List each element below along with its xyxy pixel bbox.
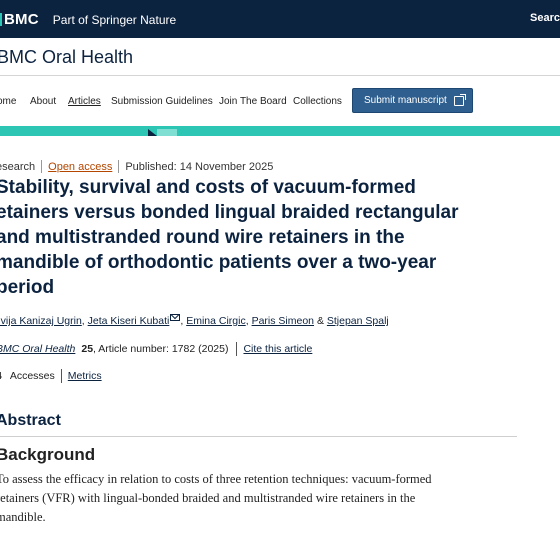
citation-separator	[236, 342, 238, 356]
divider-notch-dark	[148, 129, 157, 136]
article-meta: esearch Open access Published: 14 Novemb…	[0, 160, 273, 173]
author-list: ilvija Kanizaj Ugrin, Jeta Kiseri Kubati…	[0, 314, 389, 327]
citation-row: BMC Oral Health 25 , Article number: 178…	[0, 342, 312, 356]
background-heading: Background	[0, 445, 96, 464]
title-line: etainers versus bonded lingual braided r…	[0, 202, 459, 223]
metrics-link[interactable]: Metrics	[68, 370, 102, 382]
author-link[interactable]: Jeta Kiseri Kubati	[88, 315, 170, 327]
metrics-separator	[60, 369, 62, 383]
title-line: and multistranded round wire retainers i…	[0, 227, 405, 248]
accesses-count: 4	[0, 370, 2, 382]
accesses-label: Accesses	[9, 370, 55, 382]
teal-divider	[0, 126, 560, 136]
journal-nav: ome About Articles Submission Guidelines…	[0, 77, 560, 126]
nav-collections[interactable]: Collections	[293, 96, 342, 107]
nav-about[interactable]: About	[30, 96, 56, 107]
open-access-link[interactable]: Open access	[48, 161, 112, 173]
background-line: mandible.	[0, 510, 46, 524]
title-line: mandible of orthodontic patients over a …	[0, 252, 437, 273]
springer-nature-link[interactable]: Part of Springer Nature	[53, 13, 176, 27]
volume-number: 25	[81, 343, 94, 355]
mail-icon[interactable]	[170, 314, 181, 321]
background-line: To assess the efficacy in relation to co…	[0, 472, 432, 486]
abstract-divider	[0, 436, 517, 437]
brand[interactable]: BMC Part of Springer Nature	[0, 11, 176, 28]
brand-logo-text: BMC	[4, 11, 39, 28]
author-separator: ,	[245, 315, 249, 327]
meta-separator	[41, 160, 43, 173]
article-title: Stability, survival and costs of vacuum-…	[0, 175, 516, 300]
meta-separator	[118, 160, 120, 173]
author-separator: ,	[81, 315, 85, 327]
abstract-heading: Abstract	[0, 412, 61, 429]
submit-manuscript-button[interactable]: Submit manuscript	[352, 88, 473, 113]
journal-link[interactable]: BMC Oral Health	[0, 343, 75, 355]
nav-join-the-board[interactable]: Join The Board	[219, 96, 287, 107]
title-line: Stability, survival and costs of vacuum-…	[0, 177, 416, 198]
journal-title[interactable]: BMC Oral Health	[0, 47, 133, 68]
author-separator: ,	[180, 315, 184, 327]
background-line: retainers (VFR) with lingual-bonded brai…	[0, 491, 416, 505]
search-link[interactable]: Searc	[530, 12, 560, 24]
journal-bar: BMC Oral Health	[0, 38, 560, 76]
bmc-logo-icon	[0, 13, 2, 26]
external-link-icon	[453, 93, 466, 106]
article-number: , Article number: 1782 (2025)	[93, 343, 229, 355]
top-header: BMC Part of Springer Nature Searc	[0, 0, 560, 38]
author-link[interactable]: Paris Simeon	[252, 315, 314, 327]
published-date: Published: 14 November 2025	[125, 160, 274, 173]
article-type: esearch	[0, 160, 36, 173]
nav-submission-guidelines[interactable]: Submission Guidelines	[111, 96, 213, 107]
author-link[interactable]: ilvija Kanizaj Ugrin	[0, 315, 82, 327]
divider-notch-light	[157, 129, 177, 136]
background-text: To assess the efficacy in relation to co…	[0, 470, 496, 527]
metrics-row: 4 Accesses Metrics	[0, 369, 102, 383]
cite-this-article-link[interactable]: Cite this article	[243, 343, 312, 355]
author-and: &	[316, 315, 324, 327]
author-link[interactable]: Stjepan Spalj	[327, 315, 389, 327]
nav-articles[interactable]: Articles	[68, 96, 101, 107]
title-line: period	[0, 277, 55, 298]
submit-manuscript-label: Submit manuscript	[364, 95, 447, 106]
nav-home[interactable]: ome	[0, 96, 16, 107]
author-link[interactable]: Emina Cirgic	[186, 315, 246, 327]
